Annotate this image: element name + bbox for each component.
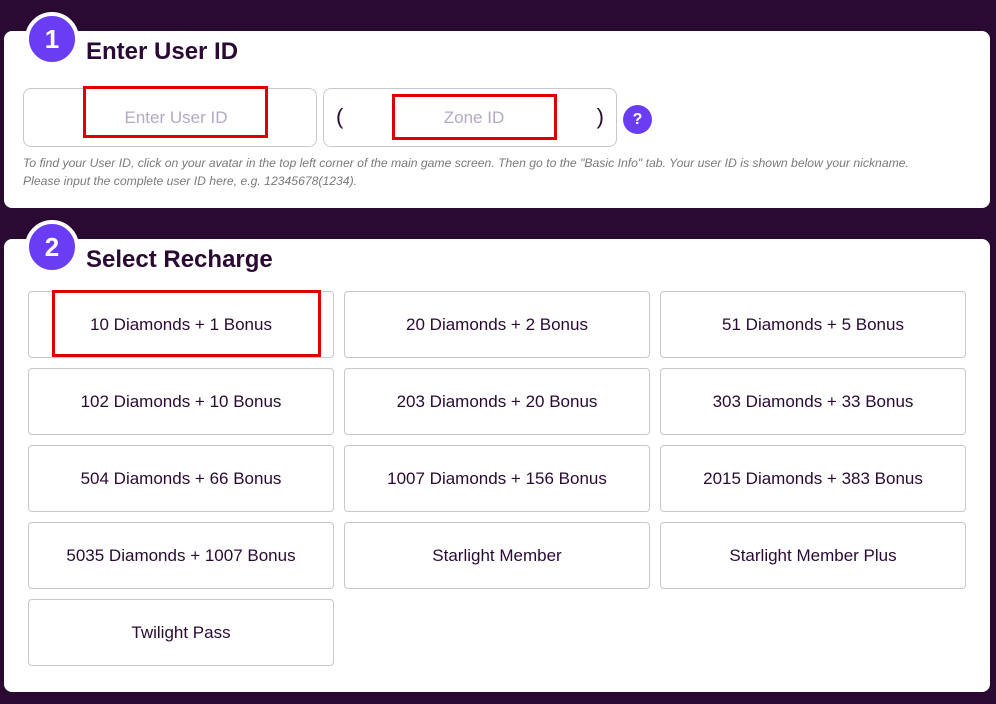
- recharge-option-starlight-member[interactable]: Starlight Member: [344, 522, 650, 589]
- user-id-input[interactable]: [84, 89, 268, 146]
- zone-close-paren: ): [596, 104, 604, 129]
- recharge-options-grid: 10 Diamonds + 1 Bonus 20 Diamonds + 2 Bo…: [28, 291, 967, 666]
- recharge-option-504-diamonds[interactable]: 504 Diamonds + 66 Bonus: [28, 445, 334, 512]
- select-recharge-title: Select Recharge: [86, 246, 273, 273]
- recharge-option-102-diamonds[interactable]: 102 Diamonds + 10 Bonus: [28, 368, 334, 435]
- step-2-badge: 2: [25, 220, 79, 274]
- user-id-help-text: To find your User ID, click on your avat…: [23, 154, 973, 190]
- help-text-line-2: Please input the complete user ID here, …: [23, 174, 358, 188]
- recharge-option-2015-diamonds[interactable]: 2015 Diamonds + 383 Bonus: [660, 445, 966, 512]
- help-icon[interactable]: ?: [623, 105, 652, 134]
- zone-id-input[interactable]: [392, 89, 556, 146]
- recharge-option-10-diamonds[interactable]: 10 Diamonds + 1 Bonus: [28, 291, 334, 358]
- help-text-line-1: To find your User ID, click on your avat…: [23, 156, 909, 170]
- recharge-option-5035-diamonds[interactable]: 5035 Diamonds + 1007 Bonus: [28, 522, 334, 589]
- recharge-section: 2 Select Recharge 10 Diamonds + 1 Bonus …: [4, 220, 990, 692]
- user-id-section: 1 Enter User ID ( ) ? To find your User …: [4, 12, 990, 208]
- step-1-badge: 1: [25, 12, 79, 66]
- recharge-option-1007-diamonds[interactable]: 1007 Diamonds + 156 Bonus: [344, 445, 650, 512]
- recharge-option-303-diamonds[interactable]: 303 Diamonds + 33 Bonus: [660, 368, 966, 435]
- recharge-option-203-diamonds[interactable]: 203 Diamonds + 20 Bonus: [344, 368, 650, 435]
- zone-open-paren: (: [336, 104, 344, 129]
- enter-user-id-title: Enter User ID: [86, 38, 239, 65]
- recharge-option-20-diamonds[interactable]: 20 Diamonds + 2 Bonus: [344, 291, 650, 358]
- zone-id-field-container: ( ): [323, 88, 617, 147]
- recharge-option-twilight-pass[interactable]: Twilight Pass: [28, 599, 334, 666]
- recharge-option-starlight-member-plus[interactable]: Starlight Member Plus: [660, 522, 966, 589]
- recharge-option-51-diamonds[interactable]: 51 Diamonds + 5 Bonus: [660, 291, 966, 358]
- user-id-field-container: [23, 88, 317, 147]
